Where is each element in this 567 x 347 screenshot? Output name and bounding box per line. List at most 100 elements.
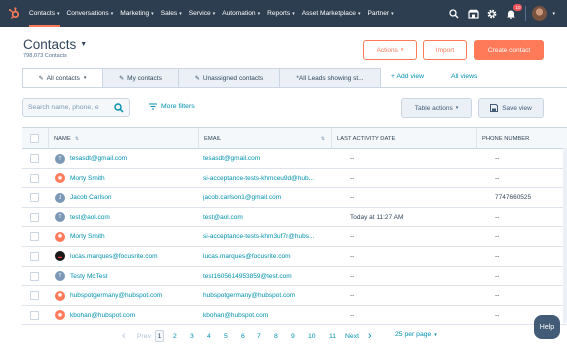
- search-input[interactable]: Search name, phone, e: [22, 98, 130, 117]
- contact-email[interactable]: test@aol.com: [203, 208, 333, 227]
- help-button[interactable]: Help: [534, 315, 560, 339]
- page-9-button[interactable]: 9: [291, 330, 295, 342]
- settings-gear-icon[interactable]: [485, 7, 499, 21]
- table-actions-button[interactable]: Table actions ▾: [401, 98, 472, 118]
- row-checkbox[interactable]: [30, 232, 39, 242]
- contact-name-cell[interactable]: ▬ lucas.marques@focusrite.com: [55, 247, 195, 266]
- contact-name-cell[interactable]: J Jacob Carlson: [55, 188, 195, 207]
- contact-email[interactable]: hubspotgermany@hubspot.com: [203, 286, 333, 305]
- user-avatar[interactable]: [532, 6, 548, 21]
- page-title[interactable]: Contacts ▼: [23, 37, 87, 52]
- notifications-bell-icon[interactable]: 10: [504, 3, 523, 21]
- page-6-button[interactable]: 6: [241, 330, 245, 342]
- table-row[interactable]: Ttest@aol.com test@aol.com Today at 11:27 …: [22, 208, 567, 228]
- create-contact-button[interactable]: Create contact: [474, 40, 544, 60]
- chevron-down-icon: ▾: [151, 10, 154, 17]
- table-row[interactable]: J Jacob Carlson jacob.carlson1@gmail.com --…: [22, 188, 567, 208]
- import-button[interactable]: Import: [423, 40, 467, 60]
- row-checkbox[interactable]: [30, 212, 39, 222]
- page-7-button[interactable]: 7: [257, 330, 261, 342]
- row-checkbox[interactable]: [30, 193, 39, 203]
- table-row[interactable]: ✺ Morty Smith si-acceptance-tests-khmceu9d…: [22, 169, 567, 189]
- contact-email[interactable]: lucas.marques@focusrite.com: [203, 247, 333, 266]
- table-row[interactable]: ✺ Morty Smith si-acceptance-tests-khm3uf7r…: [22, 227, 567, 247]
- column-header-name[interactable]: NAME ⇅: [48, 128, 198, 149]
- nav-conversations[interactable]: Conversations ▾: [67, 10, 114, 17]
- nav-marketing[interactable]: Marketing ▾: [120, 10, 153, 17]
- contact-name[interactable]: Morty Smith: [70, 233, 105, 240]
- page-11-button[interactable]: 11: [329, 330, 336, 342]
- nav-asset-marketplace[interactable]: Asset Marketplace ▾: [302, 10, 361, 17]
- tab-all-leads[interactable]: *All Leads showing st...: [279, 68, 381, 88]
- prev-page-button[interactable]: Prev: [137, 330, 151, 342]
- row-checkbox[interactable]: [30, 154, 39, 163]
- save-view-button[interactable]: Save view: [478, 98, 544, 118]
- nav-sales[interactable]: Sales ▾: [161, 10, 182, 17]
- table-row[interactable]: ✺ hubspotgermany@hubspot.com hubspotgerman…: [22, 286, 567, 306]
- contact-email[interactable]: jacob.carlson1@gmail.com: [203, 188, 333, 207]
- contact-name[interactable]: hubspotgermany@hubspot.com: [70, 292, 162, 299]
- next-chevron-icon[interactable]: ›: [368, 330, 372, 342]
- row-checkbox[interactable]: [30, 251, 39, 261]
- next-page-button[interactable]: Next: [345, 330, 359, 342]
- contact-email[interactable]: kbohan@hubspot.com: [203, 306, 333, 325]
- page-8-button[interactable]: 8: [274, 330, 278, 342]
- all-views-link[interactable]: All views: [451, 73, 477, 80]
- more-filters-button[interactable]: More filters: [149, 103, 195, 110]
- contact-name[interactable]: Morty Smith: [70, 175, 105, 182]
- contact-name-cell[interactable]: ✺ Morty Smith: [55, 227, 195, 246]
- chevron-down-icon: ▾: [110, 10, 114, 17]
- contact-name[interactable]: Testy McTest: [70, 273, 108, 280]
- page-1-button[interactable]: 1: [155, 330, 164, 342]
- column-header-email[interactable]: EMAIL ⇅: [198, 128, 331, 149]
- actions-button[interactable]: Actions ▾: [363, 40, 417, 60]
- page-5-button[interactable]: 5: [224, 330, 228, 342]
- table-row[interactable]: ▬ lucas.marques@focusrite.com lucas.marque…: [22, 247, 567, 267]
- column-header-last-activity[interactable]: LAST ACTIVITY DATE: [331, 128, 476, 149]
- nav-contacts[interactable]: Contacts ▾: [29, 0, 60, 27]
- marketplace-icon[interactable]: [466, 7, 480, 21]
- hubspot-logo-icon[interactable]: [7, 7, 21, 21]
- search-icon[interactable]: [447, 7, 461, 21]
- column-header-phone[interactable]: PHONE NUMBER: [476, 128, 567, 149]
- page-2-button[interactable]: 2: [173, 330, 177, 342]
- row-checkbox[interactable]: [30, 291, 39, 301]
- page-10-button[interactable]: 10: [308, 330, 316, 342]
- contact-name[interactable]: lucas.marques@focusrite.com: [70, 253, 158, 260]
- contact-name[interactable]: kbohan@hubspot.com: [70, 312, 135, 319]
- search-icon[interactable]: [114, 103, 124, 113]
- contact-name-cell[interactable]: ✺ kbohan@hubspot.com: [55, 306, 195, 325]
- contact-email[interactable]: tesasdt@gmail.com: [203, 149, 333, 168]
- table-row[interactable]: Ttesasdt@gmail.com tesasdt@gmail.com -- --: [22, 149, 567, 169]
- per-page-select[interactable]: 25 per page ▾: [395, 331, 437, 338]
- nav-reports[interactable]: Reports ▾: [267, 10, 295, 17]
- contact-name[interactable]: Jacob Carlson: [70, 194, 112, 201]
- tab-all-contacts[interactable]: ✎ All contacts ▾: [22, 68, 103, 88]
- table-row[interactable]: T Testy McTest test1605614953859@test.com -…: [22, 267, 567, 287]
- nav-partner[interactable]: Partner ▾: [367, 10, 393, 17]
- tab-my-contacts[interactable]: ✎ My contacts: [102, 68, 179, 88]
- select-all-checkbox[interactable]: [30, 134, 39, 143]
- tab-unassigned-contacts[interactable]: ✎ Unassigned contacts: [178, 68, 280, 88]
- contact-name[interactable]: test@aol.com: [70, 214, 110, 221]
- contact-name-cell[interactable]: Ttest@aol.com: [55, 208, 195, 227]
- contact-name-cell[interactable]: ✺ hubspotgermany@hubspot.com: [55, 286, 195, 305]
- contact-name-cell[interactable]: T Testy McTest: [55, 267, 195, 286]
- nav-automation[interactable]: Automation ▾: [222, 10, 260, 17]
- contact-email[interactable]: si-acceptance-tests-khmceu9d@hub...: [203, 169, 333, 188]
- row-checkbox[interactable]: [30, 173, 39, 183]
- add-view-link[interactable]: + Add view: [391, 73, 424, 80]
- contact-name-cell[interactable]: Ttesasdt@gmail.com: [55, 149, 195, 168]
- row-checkbox[interactable]: [30, 271, 39, 281]
- page-3-button[interactable]: 3: [190, 330, 194, 342]
- table-scrollbar[interactable]: [563, 148, 567, 323]
- chevron-down-icon[interactable]: ▾: [552, 11, 555, 17]
- contact-name[interactable]: tesasdt@gmail.com: [70, 155, 127, 162]
- row-checkbox[interactable]: [30, 310, 39, 320]
- page-4-button[interactable]: 4: [207, 330, 211, 342]
- contact-email[interactable]: test1605614953859@test.com: [203, 267, 333, 286]
- nav-service[interactable]: Service ▾: [189, 10, 216, 17]
- contact-email[interactable]: si-acceptance-tests-khm3uf7r@hubs...: [203, 227, 333, 246]
- table-row[interactable]: ✺ kbohan@hubspot.com kbohan@hubspot.com -- -…: [22, 306, 567, 326]
- contact-name-cell[interactable]: ✺ Morty Smith: [55, 169, 195, 188]
